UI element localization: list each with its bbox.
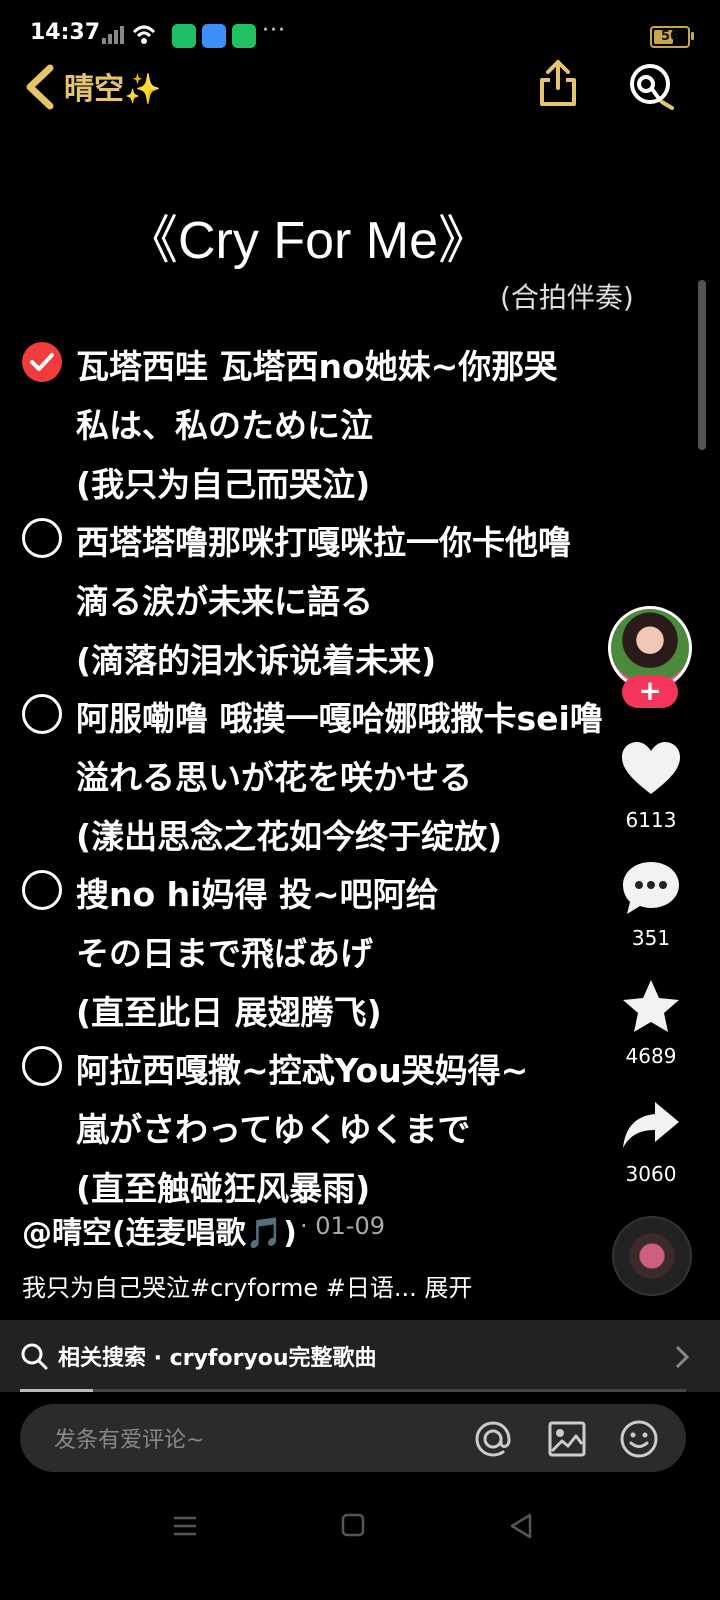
lyric-romaji: 搜no hi妈得 投~吧阿给 [76,875,439,914]
lyric-verse: 阿拉西嘎撒~控忒You哭妈得~ 嵐がさわってゆくゆくまで (直至触碰狂风暴雨) [0,1044,640,1220]
emoji-icon[interactable] [618,1418,660,1460]
lyric-verse: 西塔塔噜那咪打嘎咪拉一你卡他噜 滴る涙が未来に語る (滴落的泪水诉说着未来) [0,516,640,692]
status-bar: 14:37 ··· 56 [0,0,720,64]
lyric-translation: (直至触碰狂风暴雨) [76,1169,371,1208]
favorite-count: 4689 [625,1044,677,1068]
lyric-japanese: 溢れる思いが花を咲かせる [76,758,472,797]
post-caption[interactable]: 我只为自己哭泣#cryforme #日语... 展开 [22,1268,472,1303]
song-subtitle: (合拍伴奏) [500,281,634,314]
lyric-japanese: その日まで飛ばあげ [76,934,373,973]
comment-input[interactable]: 发条有爱评论~ [20,1404,686,1472]
battery-level: 56 [660,29,680,44]
search-icon[interactable] [628,62,676,110]
like-button[interactable]: 6113 [612,740,690,832]
scrollbar[interactable] [698,280,706,450]
related-search-bar[interactable]: 相关搜索 · cryforyou完整歌曲 [0,1320,720,1392]
lyric-translation: (滴落的泪水诉说着未来) [76,641,437,680]
menu-icon[interactable] [172,1514,198,1538]
related-search-text: 相关搜索 · cryforyou完整歌曲 [58,1346,377,1371]
home-square-icon[interactable] [340,1512,366,1538]
unchecked-circle-icon[interactable] [22,1046,62,1086]
app-notification-icon [202,24,226,48]
lyric-japanese: 滴る涙が未来に語る [76,582,373,621]
battery-icon: 56 [650,26,694,48]
account-title[interactable]: 晴空✨ [64,64,161,108]
lyric-romaji: 瓦塔西哇 瓦塔西no她妹~你那哭 [76,347,558,386]
music-disc-icon[interactable] [612,1216,692,1296]
more-notifications-icon: ··· [262,18,286,43]
comment-placeholder: 发条有爱评论~ [54,1428,205,1453]
lyric-translation: (漾出思念之花如今终于绽放) [76,817,503,856]
unchecked-circle-icon[interactable] [22,870,62,910]
comment-count: 351 [631,926,671,950]
lyrics-list: 瓦塔西哇 瓦塔西no她妹~你那哭 私は、私のために泣 (我只为自己而哭泣) 西塔… [0,340,640,1220]
lyric-verse: 搜no hi妈得 投~吧阿给 その日まで飛ばあげ (直至此日 展翅腾飞) [0,868,640,1044]
mention-at-icon[interactable] [472,1418,514,1460]
share-button[interactable]: 3060 [612,1098,690,1186]
back-triangle-icon[interactable] [508,1512,534,1540]
checked-icon[interactable] [22,342,62,382]
heart-icon [622,742,680,794]
lyric-japanese: 嵐がさわってゆくゆくまで [76,1110,471,1149]
lyric-translation: (直至此日 展翅腾飞) [76,993,382,1032]
search-icon [21,1343,48,1370]
song-title: 《Cry For Me》 [126,212,491,270]
image-icon[interactable] [546,1418,588,1460]
comment-button[interactable]: 351 [612,860,690,950]
lyric-verse: 阿服嘞噜 哦摸一嘎哈娜哦撒卡sei噜 溢れる思いが花を咲かせる (漾出思念之花如… [0,692,640,868]
lyric-japanese: 私は、私のために泣 [76,406,373,445]
progress-fill [20,1389,94,1392]
favorite-button[interactable]: 4689 [612,978,690,1068]
author-handle[interactable]: @晴空(连麦唱歌🎵) [22,1208,297,1252]
status-time: 14:37 [30,20,101,45]
signal-icon [102,25,156,44]
lyric-romaji: 阿拉西嘎撒~控忒You哭妈得~ [76,1051,529,1090]
system-nav-bar [0,1500,720,1600]
chevron-right-icon [675,1345,690,1369]
unchecked-circle-icon[interactable] [22,518,62,558]
lyric-romaji: 西塔塔噜那咪打嘎咪拉一你卡他噜 [76,523,571,562]
share-arrow-icon [623,1102,679,1148]
comment-bubble-icon [623,862,679,914]
like-count: 6113 [625,808,677,832]
share-count: 3060 [625,1162,677,1186]
app-notification-icon [172,24,196,48]
star-icon [623,980,679,1032]
lyric-verse: 瓦塔西哇 瓦塔西no她妹~你那哭 私は、私のために泣 (我只为自己而哭泣) [0,340,640,516]
lyric-romaji: 阿服嘞噜 哦摸一嘎哈娜哦撒卡sei噜 [76,699,603,738]
unchecked-circle-icon[interactable] [22,694,62,734]
follow-button[interactable]: + [622,676,678,708]
back-chevron-icon[interactable] [20,64,60,110]
lyric-translation: (我只为自己而哭泣) [76,465,371,504]
share-icon[interactable] [536,58,580,110]
video-progress-bar[interactable] [20,1389,686,1392]
post-date: · 01-09 [300,1212,385,1240]
app-notification-icon [232,24,256,48]
